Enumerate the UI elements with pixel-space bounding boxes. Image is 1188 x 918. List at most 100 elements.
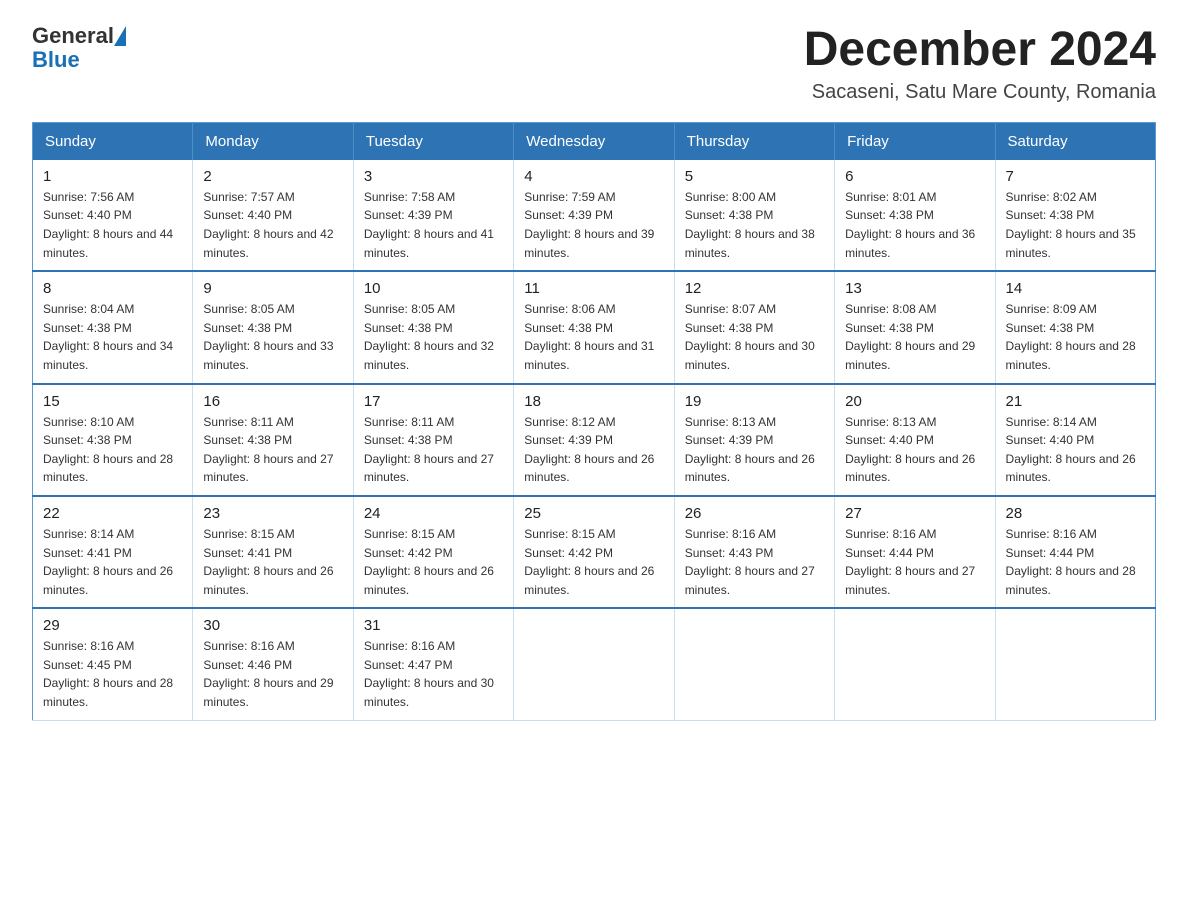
day-number: 25 bbox=[524, 505, 663, 522]
day-info: Sunrise: 8:05 AMSunset: 4:38 PMDaylight:… bbox=[364, 300, 503, 374]
day-info: Sunrise: 8:16 AMSunset: 4:44 PMDaylight:… bbox=[1006, 525, 1145, 599]
weekday-header-tuesday: Tuesday bbox=[353, 122, 513, 160]
calendar-cell: 17 Sunrise: 8:11 AMSunset: 4:38 PMDayligh… bbox=[353, 384, 513, 496]
day-info: Sunrise: 8:16 AMSunset: 4:44 PMDaylight:… bbox=[845, 525, 984, 599]
day-number: 29 bbox=[43, 617, 182, 634]
calendar-subtitle: Sacaseni, Satu Mare County, Romania bbox=[804, 81, 1156, 104]
day-number: 9 bbox=[203, 280, 342, 297]
weekday-header-wednesday: Wednesday bbox=[514, 122, 674, 160]
day-info: Sunrise: 7:58 AMSunset: 4:39 PMDaylight:… bbox=[364, 188, 503, 262]
calendar-cell: 13 Sunrise: 8:08 AMSunset: 4:38 PMDayligh… bbox=[835, 271, 995, 383]
day-number: 4 bbox=[524, 168, 663, 185]
day-number: 26 bbox=[685, 505, 824, 522]
day-number: 10 bbox=[364, 280, 503, 297]
weekday-header-thursday: Thursday bbox=[674, 122, 834, 160]
logo-triangle-icon bbox=[114, 26, 126, 46]
weekday-header-saturday: Saturday bbox=[995, 122, 1155, 160]
calendar-cell: 11 Sunrise: 8:06 AMSunset: 4:38 PMDayligh… bbox=[514, 271, 674, 383]
day-number: 1 bbox=[43, 168, 182, 185]
day-info: Sunrise: 8:15 AMSunset: 4:41 PMDaylight:… bbox=[203, 525, 342, 599]
title-block: December 2024 Sacaseni, Satu Mare County… bbox=[804, 24, 1156, 104]
calendar-cell: 9 Sunrise: 8:05 AMSunset: 4:38 PMDaylight… bbox=[193, 271, 353, 383]
day-info: Sunrise: 8:06 AMSunset: 4:38 PMDaylight:… bbox=[524, 300, 663, 374]
calendar-cell: 22 Sunrise: 8:14 AMSunset: 4:41 PMDayligh… bbox=[33, 496, 193, 608]
day-info: Sunrise: 8:02 AMSunset: 4:38 PMDaylight:… bbox=[1006, 188, 1145, 262]
calendar-cell: 15 Sunrise: 8:10 AMSunset: 4:38 PMDayligh… bbox=[33, 384, 193, 496]
calendar-cell: 3 Sunrise: 7:58 AMSunset: 4:39 PMDaylight… bbox=[353, 160, 513, 271]
day-info: Sunrise: 8:11 AMSunset: 4:38 PMDaylight:… bbox=[364, 413, 503, 487]
day-info: Sunrise: 8:07 AMSunset: 4:38 PMDaylight:… bbox=[685, 300, 824, 374]
day-info: Sunrise: 8:16 AMSunset: 4:47 PMDaylight:… bbox=[364, 637, 503, 711]
day-info: Sunrise: 8:10 AMSunset: 4:38 PMDaylight:… bbox=[43, 413, 182, 487]
page-header: General Blue December 2024 Sacaseni, Sat… bbox=[32, 24, 1156, 104]
calendar-cell: 28 Sunrise: 8:16 AMSunset: 4:44 PMDayligh… bbox=[995, 496, 1155, 608]
day-number: 11 bbox=[524, 280, 663, 297]
day-info: Sunrise: 8:00 AMSunset: 4:38 PMDaylight:… bbox=[685, 188, 824, 262]
day-number: 8 bbox=[43, 280, 182, 297]
day-info: Sunrise: 8:16 AMSunset: 4:43 PMDaylight:… bbox=[685, 525, 824, 599]
calendar-cell bbox=[514, 608, 674, 720]
calendar-cell: 19Sunrise: 8:13 AMSunset: 4:39 PMDayligh… bbox=[674, 384, 834, 496]
day-number: 23 bbox=[203, 505, 342, 522]
day-number: 13 bbox=[845, 280, 984, 297]
day-info: Sunrise: 8:15 AMSunset: 4:42 PMDaylight:… bbox=[364, 525, 503, 599]
logo: General Blue bbox=[32, 24, 126, 72]
calendar-week-row: 1Sunrise: 7:56 AMSunset: 4:40 PMDaylight… bbox=[33, 160, 1156, 271]
day-number: 12 bbox=[685, 280, 824, 297]
calendar-cell: 16 Sunrise: 8:11 AMSunset: 4:38 PMDayligh… bbox=[193, 384, 353, 496]
day-info: Sunrise: 7:59 AMSunset: 4:39 PMDaylight:… bbox=[524, 188, 663, 262]
calendar-week-row: 22 Sunrise: 8:14 AMSunset: 4:41 PMDayligh… bbox=[33, 496, 1156, 608]
calendar-cell: 20Sunrise: 8:13 AMSunset: 4:40 PMDayligh… bbox=[835, 384, 995, 496]
day-number: 17 bbox=[364, 393, 503, 410]
day-info: Sunrise: 8:08 AMSunset: 4:38 PMDaylight:… bbox=[845, 300, 984, 374]
day-info: Sunrise: 8:15 AMSunset: 4:42 PMDaylight:… bbox=[524, 525, 663, 599]
day-number: 5 bbox=[685, 168, 824, 185]
calendar-week-row: 15 Sunrise: 8:10 AMSunset: 4:38 PMDayligh… bbox=[33, 384, 1156, 496]
day-number: 16 bbox=[203, 393, 342, 410]
day-info: Sunrise: 8:05 AMSunset: 4:38 PMDaylight:… bbox=[203, 300, 342, 374]
day-info: Sunrise: 8:11 AMSunset: 4:38 PMDaylight:… bbox=[203, 413, 342, 487]
day-number: 24 bbox=[364, 505, 503, 522]
day-number: 14 bbox=[1006, 280, 1145, 297]
calendar-cell: 2 Sunrise: 7:57 AMSunset: 4:40 PMDaylight… bbox=[193, 160, 353, 271]
calendar-cell: 18Sunrise: 8:12 AMSunset: 4:39 PMDayligh… bbox=[514, 384, 674, 496]
weekday-header-sunday: Sunday bbox=[33, 122, 193, 160]
day-info: Sunrise: 8:09 AMSunset: 4:38 PMDaylight:… bbox=[1006, 300, 1145, 374]
day-number: 2 bbox=[203, 168, 342, 185]
calendar-cell: 30Sunrise: 8:16 AMSunset: 4:46 PMDayligh… bbox=[193, 608, 353, 720]
day-number: 22 bbox=[43, 505, 182, 522]
calendar-cell: 12 Sunrise: 8:07 AMSunset: 4:38 PMDayligh… bbox=[674, 271, 834, 383]
calendar-cell bbox=[674, 608, 834, 720]
calendar-cell: 5 Sunrise: 8:00 AMSunset: 4:38 PMDaylight… bbox=[674, 160, 834, 271]
logo-blue-text: Blue bbox=[32, 47, 80, 72]
calendar-cell: 8 Sunrise: 8:04 AMSunset: 4:38 PMDaylight… bbox=[33, 271, 193, 383]
calendar-cell: 14 Sunrise: 8:09 AMSunset: 4:38 PMDayligh… bbox=[995, 271, 1155, 383]
weekday-header-row: SundayMondayTuesdayWednesdayThursdayFrid… bbox=[33, 122, 1156, 160]
calendar-cell: 29Sunrise: 8:16 AMSunset: 4:45 PMDayligh… bbox=[33, 608, 193, 720]
calendar-cell: 23 Sunrise: 8:15 AMSunset: 4:41 PMDayligh… bbox=[193, 496, 353, 608]
day-number: 19 bbox=[685, 393, 824, 410]
day-number: 28 bbox=[1006, 505, 1145, 522]
day-info: Sunrise: 8:14 AMSunset: 4:40 PMDaylight:… bbox=[1006, 413, 1145, 487]
day-info: Sunrise: 7:57 AMSunset: 4:40 PMDaylight:… bbox=[203, 188, 342, 262]
calendar-cell: 4 Sunrise: 7:59 AMSunset: 4:39 PMDaylight… bbox=[514, 160, 674, 271]
weekday-header-monday: Monday bbox=[193, 122, 353, 160]
calendar-cell bbox=[995, 608, 1155, 720]
calendar-cell: 25 Sunrise: 8:15 AMSunset: 4:42 PMDayligh… bbox=[514, 496, 674, 608]
calendar-cell: 7 Sunrise: 8:02 AMSunset: 4:38 PMDaylight… bbox=[995, 160, 1155, 271]
day-info: Sunrise: 8:14 AMSunset: 4:41 PMDaylight:… bbox=[43, 525, 182, 599]
day-number: 15 bbox=[43, 393, 182, 410]
day-number: 7 bbox=[1006, 168, 1145, 185]
day-number: 30 bbox=[203, 617, 342, 634]
calendar-cell: 31Sunrise: 8:16 AMSunset: 4:47 PMDayligh… bbox=[353, 608, 513, 720]
calendar-table: SundayMondayTuesdayWednesdayThursdayFrid… bbox=[32, 122, 1156, 721]
calendar-cell: 10 Sunrise: 8:05 AMSunset: 4:38 PMDayligh… bbox=[353, 271, 513, 383]
calendar-cell: 26 Sunrise: 8:16 AMSunset: 4:43 PMDayligh… bbox=[674, 496, 834, 608]
day-number: 21 bbox=[1006, 393, 1145, 410]
calendar-cell: 1Sunrise: 7:56 AMSunset: 4:40 PMDaylight… bbox=[33, 160, 193, 271]
day-info: Sunrise: 8:04 AMSunset: 4:38 PMDaylight:… bbox=[43, 300, 182, 374]
day-number: 27 bbox=[845, 505, 984, 522]
calendar-cell: 24 Sunrise: 8:15 AMSunset: 4:42 PMDayligh… bbox=[353, 496, 513, 608]
day-number: 3 bbox=[364, 168, 503, 185]
logo-general-text: General bbox=[32, 24, 114, 48]
